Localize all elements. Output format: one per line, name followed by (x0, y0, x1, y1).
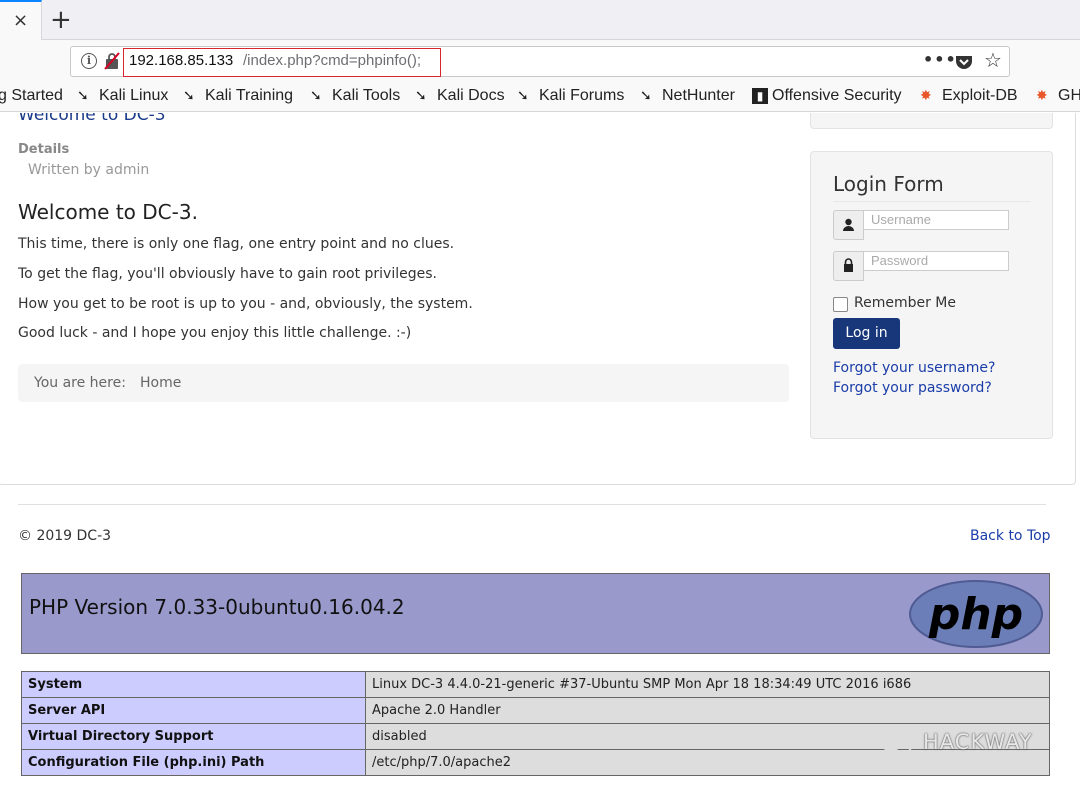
footer-divider (18, 504, 1046, 505)
phpinfo-key: Server API (21, 697, 366, 724)
kali-icon: ➘ (415, 87, 427, 103)
bookmark-star-icon[interactable]: ☆ (984, 48, 1002, 72)
breadcrumb-home: Home (140, 375, 182, 391)
article-paragraph: How you get to be root is up to you - an… (18, 296, 473, 312)
article-title-link[interactable]: Welcome to DC-3 (18, 113, 166, 125)
tab-bar: × + (0, 0, 1080, 40)
insecure-lock-icon[interactable] (104, 52, 120, 70)
author-line: Written by admin (28, 162, 150, 178)
password-input[interactable]: Password (863, 251, 1009, 271)
php-logo: php (909, 580, 1043, 648)
url-host[interactable]: 192.168.85.133 (129, 52, 233, 69)
username-input[interactable]: Username (863, 210, 1009, 230)
user-icon (833, 210, 864, 240)
article-paragraph: This time, there is only one flag, one e… (18, 236, 455, 252)
kali-icon: ➘ (77, 87, 89, 103)
bookmark-getting-started[interactable]: g Started (0, 87, 63, 105)
wechat-icon (878, 729, 912, 755)
exploit-db-icon: ✸ (920, 87, 932, 103)
login-form: Login Form Username Password Remember Me… (810, 151, 1053, 439)
bookmark-kali-forums[interactable]: ➘ Kali Forums (517, 87, 624, 105)
back-to-top-link[interactable]: Back to Top (970, 528, 1051, 544)
kali-icon: ➘ (183, 87, 195, 103)
bookmark-gh[interactable]: ✸ GH (1036, 87, 1080, 105)
phpinfo-value: Apache 2.0 Handler (365, 697, 1050, 724)
phpinfo-key: Configuration File (php.ini) Path (21, 749, 366, 776)
navigation-bar: i 192.168.85.133 /index.php?cmd=phpinfo(… (0, 40, 1080, 82)
svg-text:php: php (928, 589, 1023, 640)
sidebar-module-top (810, 113, 1053, 129)
close-icon[interactable]: × (13, 10, 28, 32)
article-paragraph: Good luck - and I hope you enjoy this li… (18, 325, 412, 341)
bookmark-label: Kali Training (205, 87, 294, 104)
kali-icon: ➘ (517, 87, 529, 103)
phpinfo-value: Linux DC-3 4.4.0-21-generic #37-Ubuntu S… (365, 671, 1050, 698)
table-row: System Linux DC-3 4.4.0-21-generic #37-U… (21, 671, 1050, 698)
phpinfo-key: Virtual Directory Support (21, 723, 366, 750)
bookmark-label: NetHunter (662, 87, 735, 104)
breadcrumb: You are here: Home (18, 364, 789, 402)
offsec-icon: ▮ (752, 88, 768, 104)
phpinfo-header: PHP Version 7.0.33-0ubuntu0.16.04.2 php (21, 573, 1050, 654)
login-button[interactable]: Log in (833, 318, 900, 349)
bookmark-label: Offensive Security (772, 87, 902, 104)
bookmark-label: GH (1058, 87, 1080, 104)
bookmark-kali-linux[interactable]: ➘ Kali Linux (77, 87, 168, 105)
phpinfo-table: System Linux DC-3 4.4.0-21-generic #37-U… (21, 671, 1050, 776)
kali-icon: ➘ (310, 87, 322, 103)
forgot-password-link[interactable]: Forgot your password? (833, 380, 992, 396)
bookmark-label: g Started (0, 87, 63, 104)
bookmark-label: Kali Forums (539, 87, 625, 104)
article-heading: Welcome to DC-3. (18, 200, 198, 224)
watermark: HACKWAY (877, 728, 1032, 758)
table-row: Server API Apache 2.0 Handler (21, 697, 1050, 724)
login-form-title: Login Form (833, 172, 944, 196)
remember-me-label[interactable]: Remember Me (854, 295, 956, 311)
more-icon[interactable]: ••• (923, 50, 957, 69)
details-label: Details (18, 142, 70, 157)
pocket-icon[interactable] (955, 54, 973, 70)
new-tab-button[interactable]: + (50, 5, 72, 35)
bookmark-kali-tools[interactable]: ➘ Kali Tools (310, 87, 400, 105)
watermark-text: HACKWAY (923, 730, 1033, 754)
divider (833, 201, 1031, 202)
bookmark-label: Kali Docs (437, 87, 505, 104)
browser-tab[interactable]: × (0, 0, 42, 40)
username-group: Username (833, 210, 1010, 240)
bookmark-label: Kali Tools (332, 87, 401, 104)
password-group: Password (833, 251, 1010, 281)
bookmark-label: Kali Linux (99, 87, 169, 104)
bookmark-kali-docs[interactable]: ➘ Kali Docs (415, 87, 505, 105)
bookmark-kali-training[interactable]: ➘ Kali Training (183, 87, 293, 105)
lock-icon (833, 251, 864, 281)
info-icon[interactable]: i (81, 53, 97, 69)
web-page: Welcome to DC-3 Details Written by admin… (0, 113, 1080, 788)
article-paragraph: To get the flag, you'll obviously have t… (18, 266, 437, 282)
exploit-db-icon: ✸ (1036, 87, 1048, 103)
bookmark-nethunter[interactable]: ➘ NetHunter (640, 87, 735, 105)
bookmark-offensive-security[interactable]: ▮ Offensive Security (752, 87, 902, 105)
address-bar[interactable]: i 192.168.85.133 /index.php?cmd=phpinfo(… (70, 46, 1010, 77)
bookmark-label: Exploit-DB (942, 87, 1018, 104)
phpinfo-key: System (21, 671, 366, 698)
copyright: © 2019 DC-3 (18, 528, 112, 544)
php-version-title: PHP Version 7.0.33-0ubuntu0.16.04.2 (29, 595, 405, 619)
kali-icon: ➘ (640, 87, 652, 103)
bookmark-exploit-db[interactable]: ✸ Exploit-DB (920, 87, 1018, 105)
remember-me-checkbox[interactable] (833, 297, 848, 312)
breadcrumb-label: You are here: (34, 375, 126, 391)
bookmarks-toolbar: g Started ➘ Kali Linux ➘ Kali Training ➘ Ka… (0, 82, 1080, 112)
url-path[interactable]: /index.php?cmd=phpinfo(); (243, 52, 421, 69)
forgot-username-link[interactable]: Forgot your username? (833, 360, 995, 376)
